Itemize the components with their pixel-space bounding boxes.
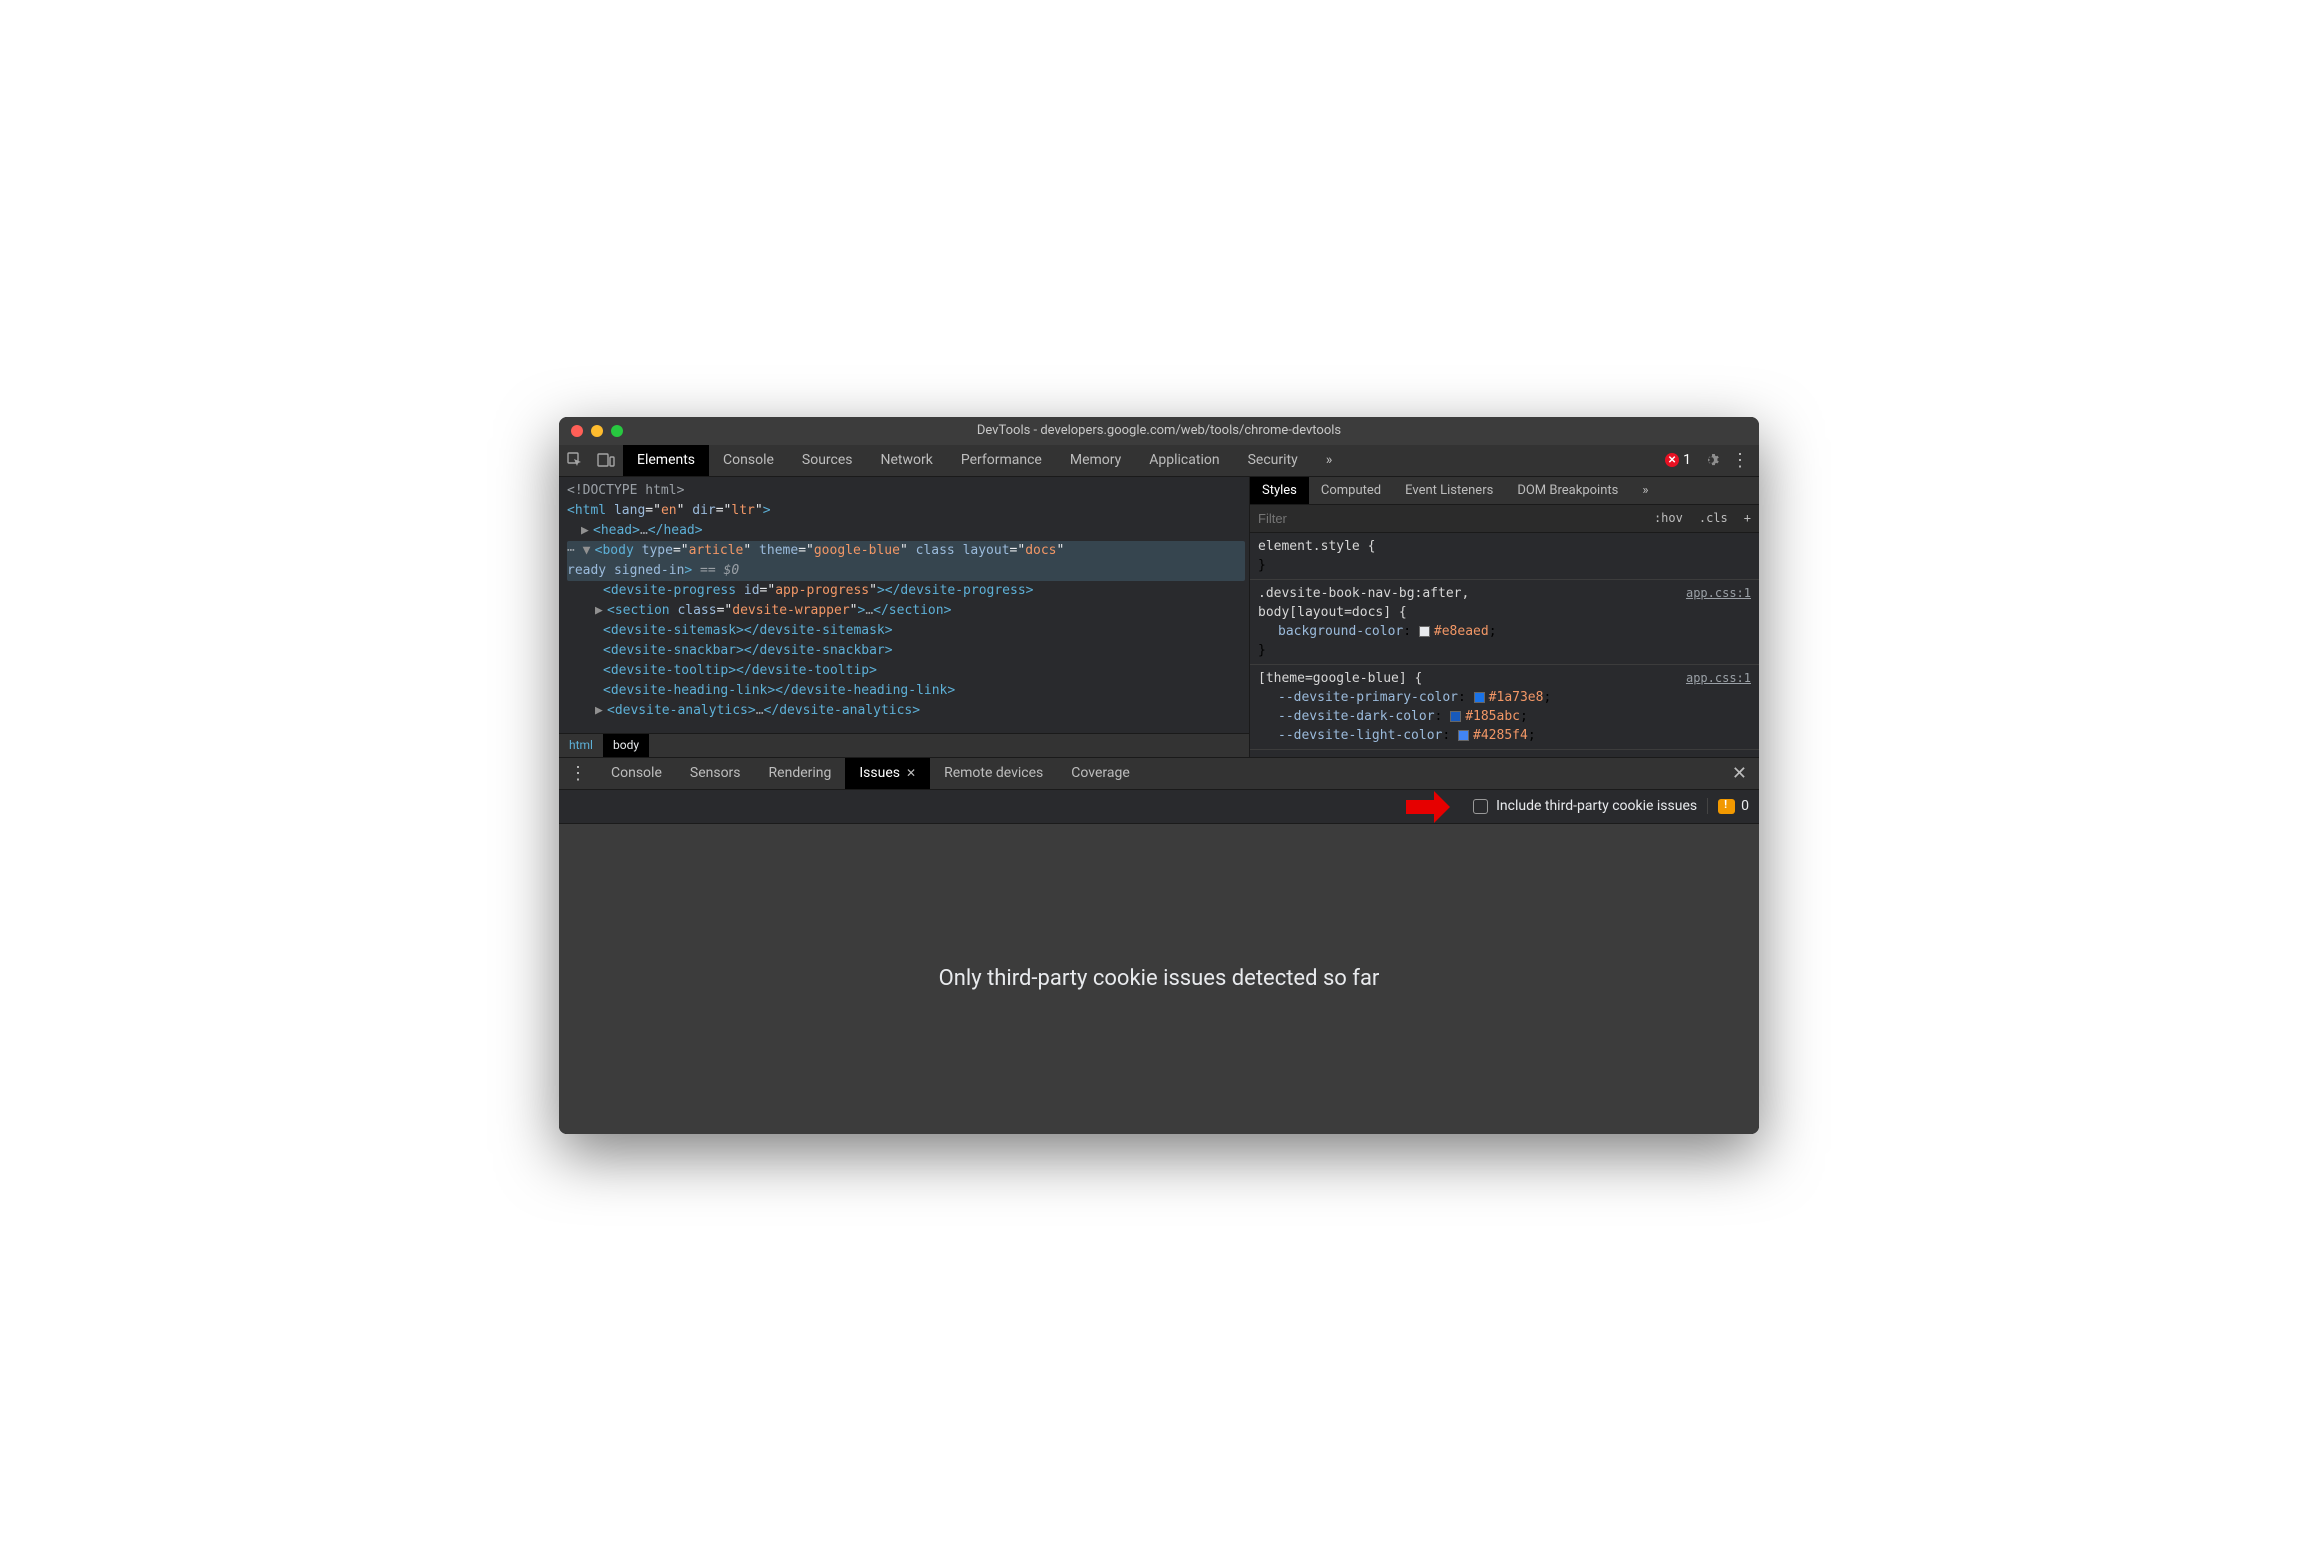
drawer-menu-icon[interactable]: ⋮ bbox=[559, 763, 597, 784]
devtools-window: DevTools - developers.google.com/web/too… bbox=[559, 417, 1759, 1134]
kebab-menu-icon[interactable]: ⋮ bbox=[1731, 450, 1749, 471]
main-tabs: Elements Console Sources Network Perform… bbox=[623, 445, 1655, 476]
issue-icon bbox=[1718, 799, 1735, 814]
dom-node[interactable]: ▶<head>…</head> bbox=[567, 521, 1245, 541]
dom-node[interactable]: <devsite-progress id="app-progress"></de… bbox=[567, 581, 1245, 601]
close-window-button[interactable] bbox=[571, 425, 583, 437]
error-badge[interactable]: ✕ 1 bbox=[1665, 452, 1691, 468]
issue-count[interactable]: 0 bbox=[1707, 798, 1749, 814]
dom-node[interactable]: ▶<section class="devsite-wrapper">…</sec… bbox=[567, 601, 1245, 621]
styles-filter-input[interactable] bbox=[1250, 511, 1646, 526]
crumb-html[interactable]: html bbox=[559, 734, 603, 757]
third-party-cookie-checkbox[interactable]: Include third-party cookie issues bbox=[1473, 798, 1697, 814]
drawer-tab-console[interactable]: Console bbox=[597, 758, 676, 789]
zoom-window-button[interactable] bbox=[611, 425, 623, 437]
color-swatch[interactable] bbox=[1474, 692, 1485, 703]
drawer-tab-remote-devices[interactable]: Remote devices bbox=[930, 758, 1057, 789]
styles-filter-bar: :hov .cls + bbox=[1250, 505, 1759, 533]
tab-application[interactable]: Application bbox=[1135, 445, 1233, 476]
tab-computed[interactable]: Computed bbox=[1309, 477, 1393, 504]
inspect-icon[interactable] bbox=[567, 452, 583, 468]
dom-node[interactable]: <devsite-sitemask></devsite-sitemask> bbox=[567, 621, 1245, 641]
drawer-tab-sensors[interactable]: Sensors bbox=[676, 758, 755, 789]
error-count: 1 bbox=[1683, 452, 1691, 468]
tab-styles[interactable]: Styles bbox=[1250, 477, 1309, 504]
color-swatch[interactable] bbox=[1419, 626, 1430, 637]
main-split: <!DOCTYPE html> <html lang="en" dir="ltr… bbox=[559, 477, 1759, 757]
styles-tabs-overflow[interactable]: » bbox=[1630, 477, 1660, 504]
drawer-tabs: ⋮ Console Sensors Rendering Issues✕ Remo… bbox=[559, 758, 1759, 790]
style-rule[interactable]: app.css:1 [theme=google-blue] { --devsit… bbox=[1250, 665, 1759, 750]
cls-toggle[interactable]: .cls bbox=[1691, 511, 1736, 525]
color-swatch[interactable] bbox=[1450, 711, 1461, 722]
checkbox-icon[interactable] bbox=[1473, 799, 1488, 814]
dom-node[interactable]: <html lang="en" dir="ltr"> bbox=[567, 501, 1245, 521]
source-link[interactable]: app.css:1 bbox=[1686, 669, 1751, 688]
tab-event-listeners[interactable]: Event Listeners bbox=[1393, 477, 1505, 504]
dom-node-selected[interactable]: ⋯ ▼<body type="article" theme="google-bl… bbox=[567, 541, 1245, 581]
settings-icon[interactable] bbox=[1703, 452, 1719, 468]
drawer-tab-rendering[interactable]: Rendering bbox=[755, 758, 846, 789]
tab-dom-breakpoints[interactable]: DOM Breakpoints bbox=[1505, 477, 1630, 504]
minimize-window-button[interactable] bbox=[591, 425, 603, 437]
dom-node[interactable]: <devsite-snackbar></devsite-snackbar> bbox=[567, 641, 1245, 661]
device-toggle-icon[interactable] bbox=[597, 453, 615, 467]
close-icon[interactable]: ✕ bbox=[906, 766, 916, 780]
elements-pane: <!DOCTYPE html> <html lang="en" dir="ltr… bbox=[559, 477, 1249, 757]
tab-elements[interactable]: Elements bbox=[623, 445, 709, 476]
tab-security[interactable]: Security bbox=[1234, 445, 1312, 476]
titlebar: DevTools - developers.google.com/web/too… bbox=[559, 417, 1759, 445]
annotation-arrow-icon bbox=[1404, 788, 1452, 830]
styles-rules[interactable]: element.style { } app.css:1 .devsite-boo… bbox=[1250, 533, 1759, 757]
tab-performance[interactable]: Performance bbox=[947, 445, 1056, 476]
tabs-overflow[interactable]: » bbox=[1312, 445, 1347, 476]
tab-memory[interactable]: Memory bbox=[1056, 445, 1135, 476]
style-rule[interactable]: app.css:1 .devsite-book-nav-bg:after, bo… bbox=[1250, 580, 1759, 665]
dom-node[interactable]: <devsite-heading-link></devsite-heading-… bbox=[567, 681, 1245, 701]
drawer-tab-coverage[interactable]: Coverage bbox=[1057, 758, 1143, 789]
dom-tree[interactable]: <!DOCTYPE html> <html lang="en" dir="ltr… bbox=[559, 477, 1249, 733]
close-drawer-button[interactable]: ✕ bbox=[1720, 763, 1759, 784]
breadcrumb: html body bbox=[559, 733, 1249, 757]
color-swatch[interactable] bbox=[1458, 730, 1469, 741]
error-icon: ✕ bbox=[1665, 453, 1679, 467]
main-toolbar: Elements Console Sources Network Perform… bbox=[559, 445, 1759, 477]
tab-console[interactable]: Console bbox=[709, 445, 788, 476]
crumb-body[interactable]: body bbox=[603, 734, 649, 757]
styles-pane: Styles Computed Event Listeners DOM Brea… bbox=[1249, 477, 1759, 757]
new-style-rule-button[interactable]: + bbox=[1736, 511, 1759, 525]
styles-tabs: Styles Computed Event Listeners DOM Brea… bbox=[1250, 477, 1759, 505]
source-link[interactable]: app.css:1 bbox=[1686, 584, 1751, 603]
style-rule[interactable]: element.style { } bbox=[1250, 533, 1759, 580]
window-title: DevTools - developers.google.com/web/too… bbox=[559, 423, 1759, 438]
tab-sources[interactable]: Sources bbox=[788, 445, 867, 476]
traffic-lights bbox=[559, 425, 623, 437]
dom-node[interactable]: <devsite-tooltip></devsite-tooltip> bbox=[567, 661, 1245, 681]
hov-toggle[interactable]: :hov bbox=[1646, 511, 1691, 525]
drawer: ⋮ Console Sensors Rendering Issues✕ Remo… bbox=[559, 757, 1759, 1134]
dom-node[interactable]: ▶<devsite-analytics>…</devsite-analytics… bbox=[567, 701, 1245, 721]
issues-toolbar: Include third-party cookie issues 0 bbox=[559, 790, 1759, 824]
dom-node[interactable]: <!DOCTYPE html> bbox=[567, 481, 1245, 501]
issues-empty-state: Only third-party cookie issues detected … bbox=[559, 824, 1759, 1134]
drawer-tab-issues[interactable]: Issues✕ bbox=[845, 758, 930, 789]
checkbox-label: Include third-party cookie issues bbox=[1496, 798, 1697, 814]
tab-network[interactable]: Network bbox=[867, 445, 947, 476]
